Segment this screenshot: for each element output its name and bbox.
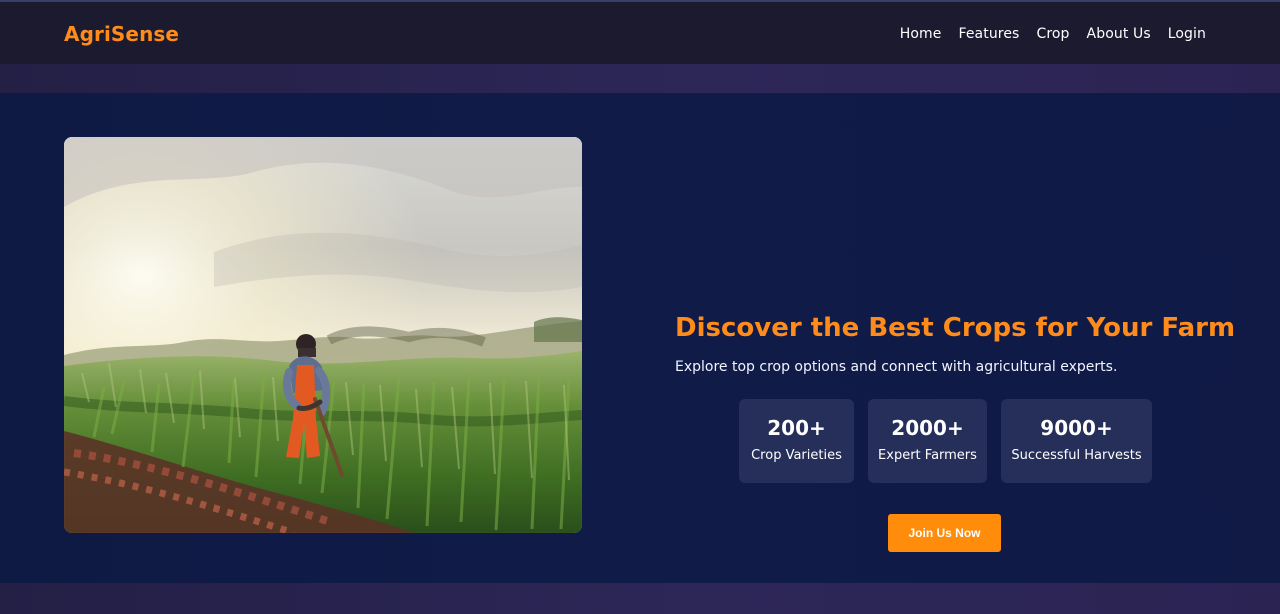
nav-features-link[interactable]: Features	[958, 22, 1019, 46]
brand-logo[interactable]: AgriSense	[64, 20, 179, 48]
hero-subtitle: Explore top crop options and connect wit…	[675, 359, 1118, 375]
main-navigation: Home Features Crop About Us Login	[900, 22, 1206, 46]
stat-label: Crop Varieties	[751, 448, 842, 463]
stat-label: Expert Farmers	[878, 448, 977, 463]
stat-value: 2000+	[891, 416, 964, 440]
hero-content: Discover the Best Crops for Your Farm Ex…	[675, 310, 1235, 377]
top-navigation: AgriSense Home Features Crop About Us Lo…	[0, 0, 1280, 64]
join-us-now-button[interactable]: Join Us Now	[888, 514, 1001, 552]
nav-about-us-link[interactable]: About Us	[1087, 22, 1151, 46]
nav-crop-link[interactable]: Crop	[1036, 22, 1069, 46]
nav-login-link[interactable]: Login	[1168, 22, 1206, 46]
nav-home-link[interactable]: Home	[900, 22, 942, 46]
stat-value: 200+	[767, 416, 826, 440]
stats-row: 200+ Crop Varieties 2000+ Expert Farmers…	[739, 399, 1152, 483]
farmer-field-image	[64, 137, 582, 533]
stat-value: 9000+	[1040, 416, 1113, 440]
landing-page: AgriSense Home Features Crop About Us Lo…	[0, 0, 1280, 614]
stat-card-successful-harvests: 9000+ Successful Harvests	[1001, 399, 1152, 483]
stat-label: Successful Harvests	[1011, 448, 1142, 463]
stat-card-expert-farmers: 2000+ Expert Farmers	[868, 399, 987, 483]
hero-section: Discover the Best Crops for Your Farm Ex…	[0, 93, 1280, 583]
hero-title: Discover the Best Crops for Your Farm	[675, 313, 1236, 343]
farm-photo-illustration	[64, 137, 582, 533]
stat-card-crop-varieties: 200+ Crop Varieties	[739, 399, 854, 483]
